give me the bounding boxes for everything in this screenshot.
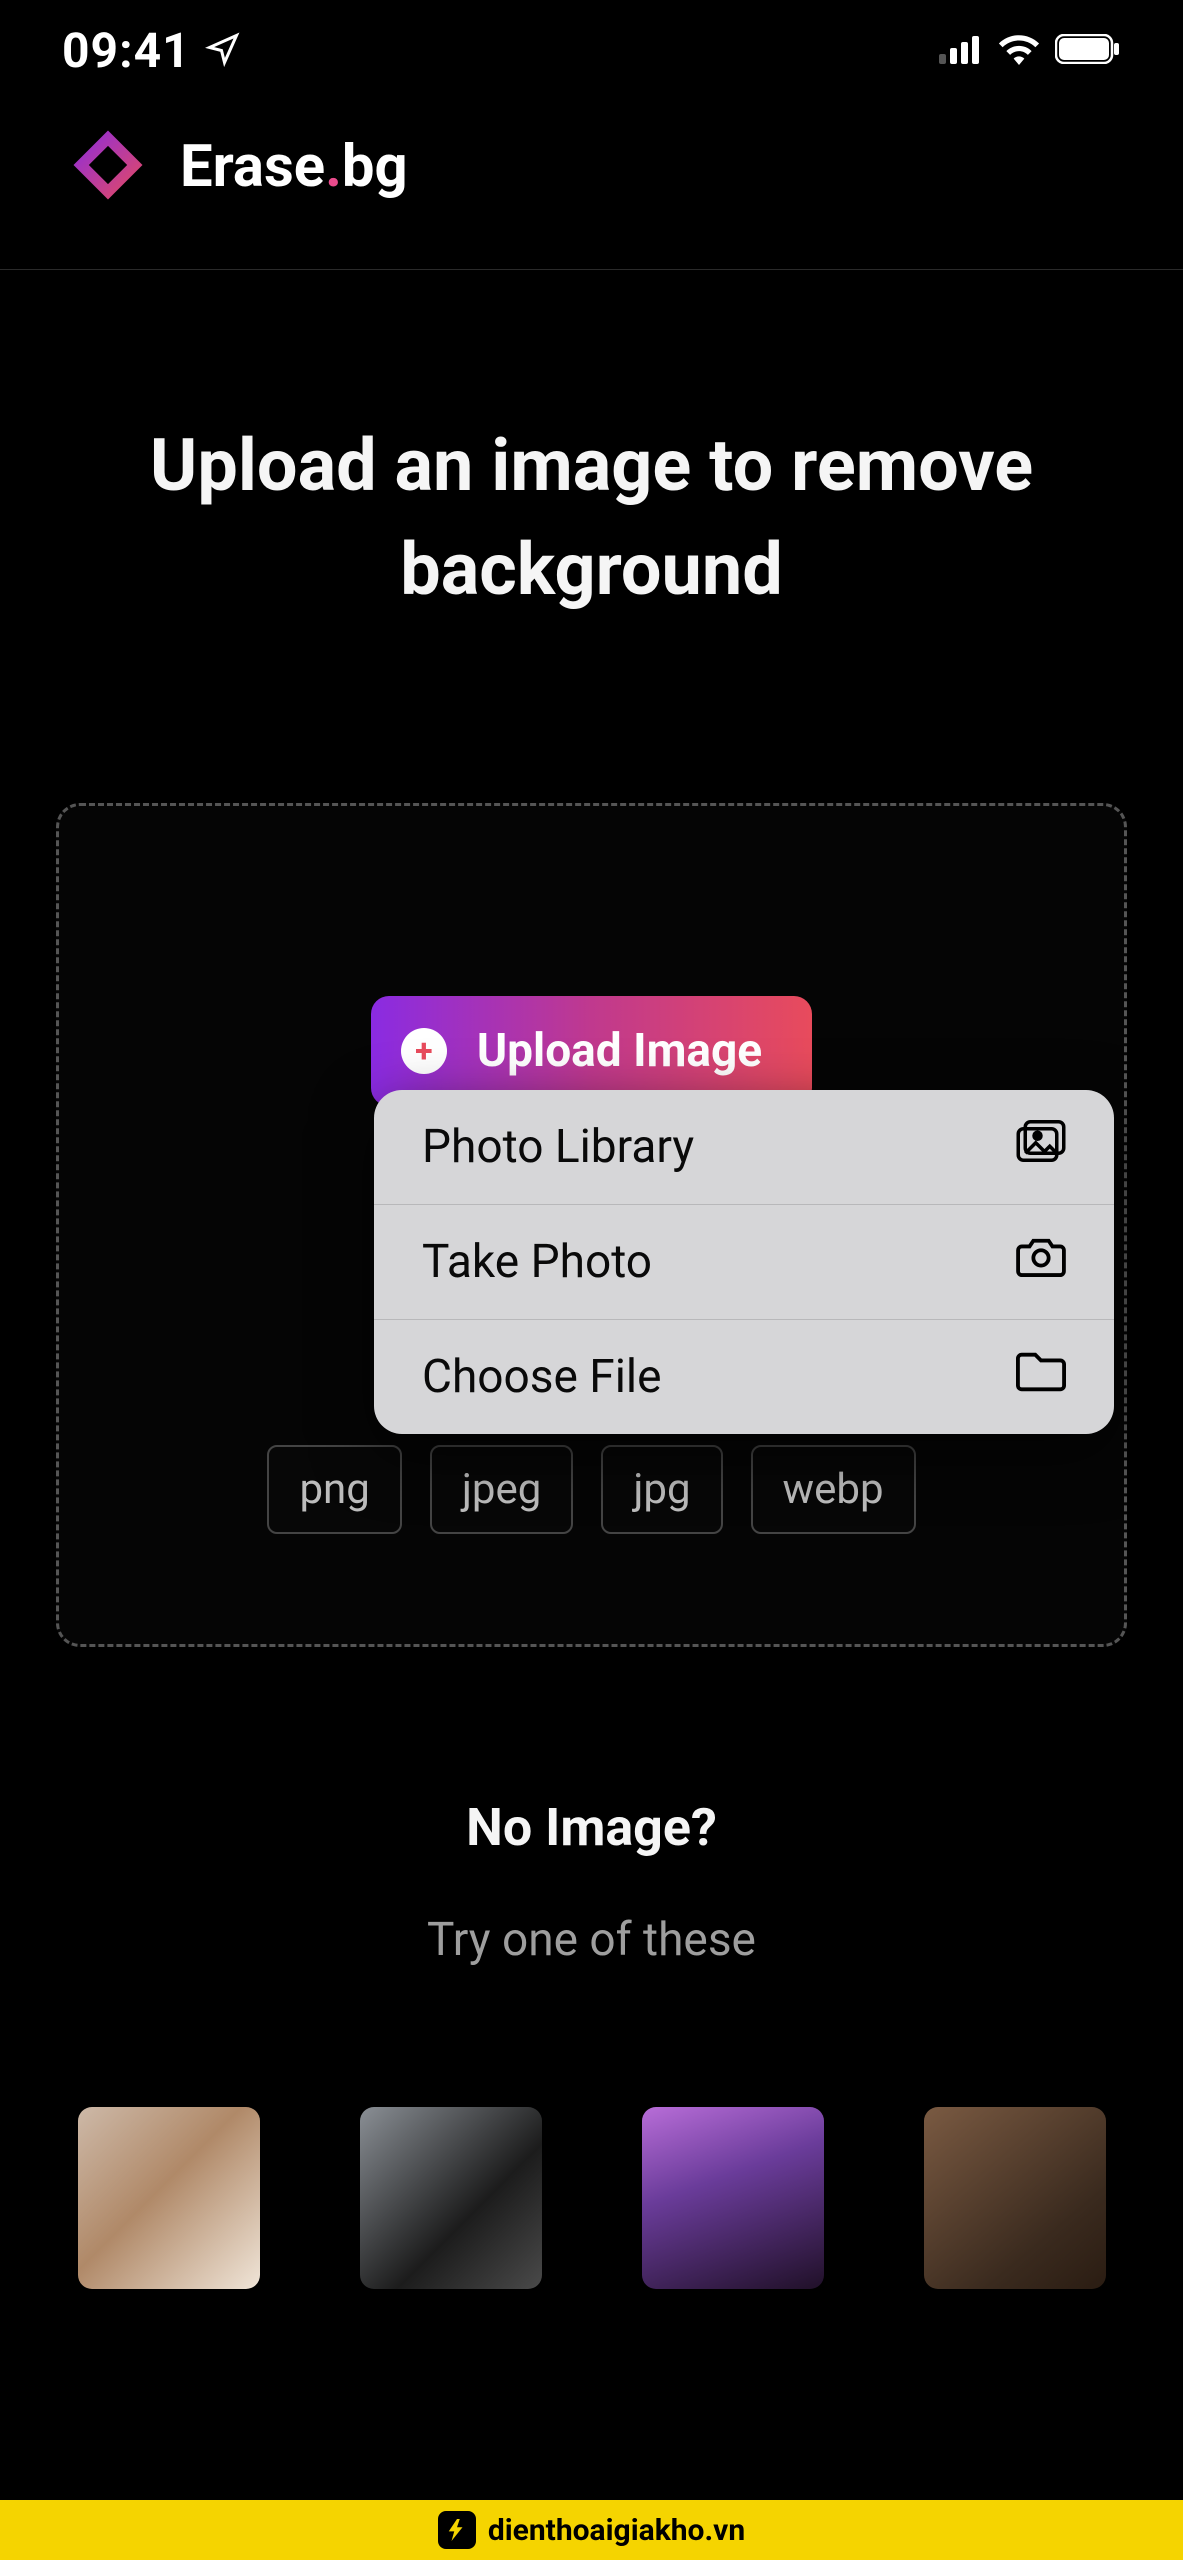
brand-main: Erase xyxy=(180,133,325,201)
brand-logo-icon xyxy=(62,119,154,215)
sample-image-3[interactable] xyxy=(642,2107,824,2289)
menu-item-label: Choose File xyxy=(422,1350,661,1404)
format-chip-jpg: jpg xyxy=(601,1445,722,1534)
app-header: Erase.bg xyxy=(0,107,1183,270)
wifi-icon xyxy=(997,33,1041,69)
brand-suffix: bg xyxy=(342,133,408,201)
plus-icon: + xyxy=(401,1028,447,1074)
watermark-text: dienthoaigiakho.vn xyxy=(488,2513,745,2548)
menu-item-photo-library[interactable]: Photo Library xyxy=(374,1090,1114,1205)
brand-name: Erase.bg xyxy=(180,133,408,201)
menu-item-choose-file[interactable]: Choose File xyxy=(374,1320,1114,1434)
sample-images-row xyxy=(0,2107,1183,2289)
battery-icon xyxy=(1055,34,1121,68)
format-chip-webp: webp xyxy=(751,1445,916,1534)
camera-icon xyxy=(1016,1235,1066,1289)
folder-icon xyxy=(1016,1350,1066,1404)
no-image-title: No Image? xyxy=(0,1797,1183,1858)
sample-image-4[interactable] xyxy=(924,2107,1106,2289)
menu-item-label: Take Photo xyxy=(422,1235,652,1289)
page-title: Upload an image to remove background xyxy=(0,270,1183,623)
no-image-section: No Image? Try one of these xyxy=(0,1797,1183,2289)
brand-dot: . xyxy=(325,133,342,201)
supported-formats: png jpeg jpg webp xyxy=(267,1445,915,1534)
watermark-bar: dienthoaigiakho.vn xyxy=(0,2500,1183,2560)
format-chip-jpeg: jpeg xyxy=(430,1445,574,1534)
cell-signal-icon xyxy=(939,34,983,68)
menu-item-take-photo[interactable]: Take Photo xyxy=(374,1205,1114,1320)
status-time: 09:41 xyxy=(62,22,191,79)
watermark-badge-icon xyxy=(438,2511,476,2549)
photo-library-icon xyxy=(1016,1120,1066,1174)
sample-image-1[interactable] xyxy=(78,2107,260,2289)
upload-button-label: Upload Image xyxy=(477,1024,762,1078)
format-chip-png: png xyxy=(267,1445,401,1534)
menu-item-label: Photo Library xyxy=(422,1120,694,1174)
location-icon xyxy=(205,31,241,71)
sample-image-2[interactable] xyxy=(360,2107,542,2289)
status-bar: 09:41 xyxy=(0,0,1183,107)
no-image-subtitle: Try one of these xyxy=(0,1913,1183,1967)
upload-source-menu: Photo Library Take Photo Choose File xyxy=(374,1090,1114,1434)
